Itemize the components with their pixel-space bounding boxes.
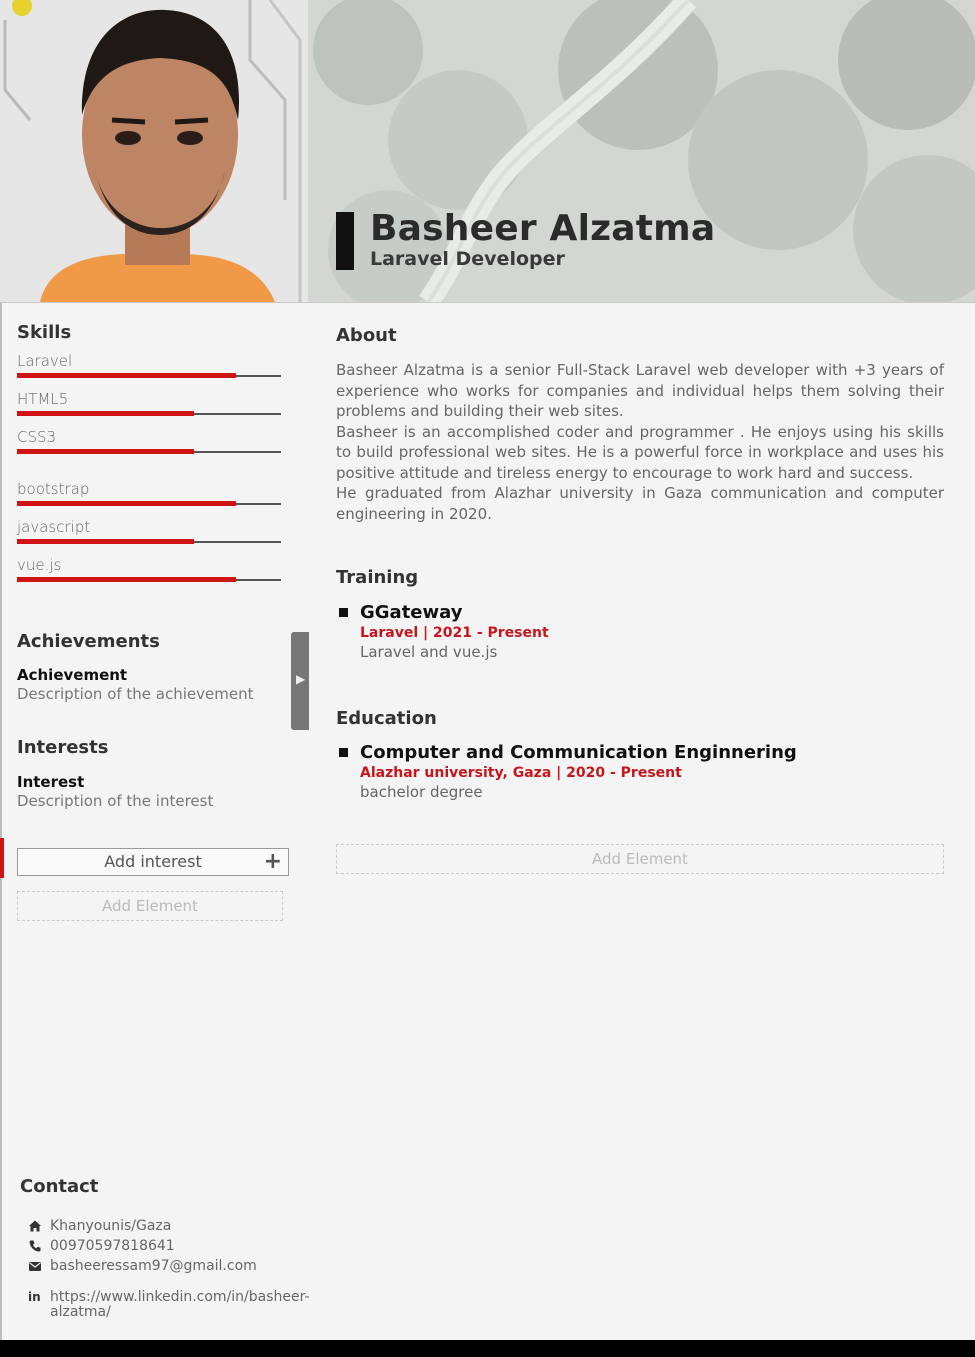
profile-photo-image [0,0,308,302]
skill-track [17,373,281,378]
skill-label: javascript [17,518,91,536]
education-heading[interactable]: Education [336,708,944,729]
about-paragraph: Basheer Alzatma is a senior Full-Stack L… [336,361,944,420]
skill-track [17,577,281,582]
skill-level-bar [17,577,237,582]
achievement-item[interactable]: Achievement Description of the achieveme… [17,666,283,703]
skill-label: Laravel [17,352,73,370]
skill-track [17,449,281,454]
contact-phone[interactable]: 00970597818641 [20,1239,290,1254]
skill-label: HTML5 [17,390,69,408]
contact-linkedin-url-2: alzatma/ [50,1304,111,1320]
skill-label: vue.js [17,556,62,574]
about-section: About Basheer Alzatma is a senior Full-S… [336,325,944,524]
education-subtitle: Alazhar university, Gaza | 2020 - Presen… [360,765,682,781]
education-entry[interactable]: Computer and Communication Enginnering A… [336,742,944,801]
skill-level-bar [17,373,237,378]
skill-label: bootstrap [17,480,90,498]
phone-icon [29,1240,41,1252]
training-section: Training GGateway Laravel | 2021 - Prese… [336,567,944,661]
training-title: GGateway [360,602,463,623]
training-subtitle: Laravel | 2021 - Present [360,625,549,641]
education-section: Education Computer and Communication Eng… [336,708,944,801]
skill-item[interactable]: CSS3 [17,425,283,477]
active-row-marker [0,838,4,878]
linkedin-icon: in [28,1290,41,1304]
square-bullet-icon [339,608,348,617]
about-heading[interactable]: About [336,325,944,346]
bottom-bar [0,1340,975,1357]
chevron-right-icon: ▶ [296,672,306,686]
square-bullet-icon [339,748,348,757]
education-description: bachelor degree [360,783,483,801]
person-name[interactable]: Basheer Alzatma [370,208,715,249]
left-column: Skills Laravel HTML5 CSS3 bootstrap java… [17,322,283,810]
add-interest-button[interactable]: Add interest + [17,848,289,876]
add-element-button-right[interactable]: Add Element [336,844,944,874]
skill-item[interactable]: vue.js [17,553,283,591]
add-interest-label: Add interest [104,852,202,871]
add-element-button-left[interactable]: Add Element [17,891,283,921]
skill-level-bar [17,411,194,416]
contact-email-text: basheeressam97@gmail.com [50,1258,257,1274]
interests-heading[interactable]: Interests [17,737,283,758]
skill-item[interactable]: bootstrap [17,477,283,515]
interest-item[interactable]: Interest Description of the interest [17,773,283,810]
sidebar-collapse-handle[interactable]: ▶ [291,632,309,730]
skill-track [17,411,281,416]
achievements-heading[interactable]: Achievements [17,631,283,652]
achievement-description: Description of the achievement [17,685,254,703]
envelope-icon [29,1262,41,1271]
contact-email[interactable]: basheeressam97@gmail.com [20,1259,290,1274]
achievement-title: Achievement [17,666,128,684]
contact-phone-text: 00970597818641 [50,1238,175,1254]
skill-level-bar [17,539,194,544]
plus-icon: + [263,849,282,874]
skill-label: CSS3 [17,428,57,446]
skill-level-bar [17,501,237,506]
person-title[interactable]: Laravel Developer [370,248,565,270]
about-paragraph: He graduated from Alazhar university in … [336,484,944,523]
home-icon [29,1220,41,1232]
skill-item[interactable]: javascript [17,515,283,553]
interest-description: Description of the interest [17,792,214,810]
skill-track [17,501,281,506]
interest-title: Interest [17,773,85,791]
contact-location[interactable]: Khanyounis/Gaza [20,1219,290,1234]
contact-section: Contact Khanyounis/Gaza 00970597818641 b… [20,1176,310,1320]
skill-track [17,539,281,544]
skills-heading[interactable]: Skills [17,322,283,343]
skill-item[interactable]: HTML5 [17,387,283,425]
profile-photo[interactable] [0,0,308,302]
skill-item[interactable]: Laravel [17,349,283,387]
name-accent-bar [336,212,354,270]
contact-heading[interactable]: Contact [20,1176,290,1197]
contact-linkedin-url-1: https://www.linkedin.com/in/basheer- [50,1289,310,1305]
resume-header: Basheer Alzatma Laravel Developer [0,0,975,303]
education-title: Computer and Communication Enginnering [360,742,797,763]
skill-level-bar [17,449,194,454]
contact-location-text: Khanyounis/Gaza [50,1218,172,1234]
training-heading[interactable]: Training [336,567,944,588]
about-paragraph: Basheer is an accomplished coder and pro… [336,422,944,482]
training-entry[interactable]: GGateway Laravel | 2021 - Present Larave… [336,602,944,661]
about-body[interactable]: Basheer Alzatma is a senior Full-Stack L… [336,360,944,524]
training-description: Laravel and vue.js [360,643,498,661]
skills-list: Laravel HTML5 CSS3 bootstrap javascript … [17,349,283,591]
contact-list: Khanyounis/Gaza 00970597818641 basheeres… [20,1219,310,1320]
contact-linkedin[interactable]: in https://www.linkedin.com/in/basheer- … [20,1289,310,1320]
